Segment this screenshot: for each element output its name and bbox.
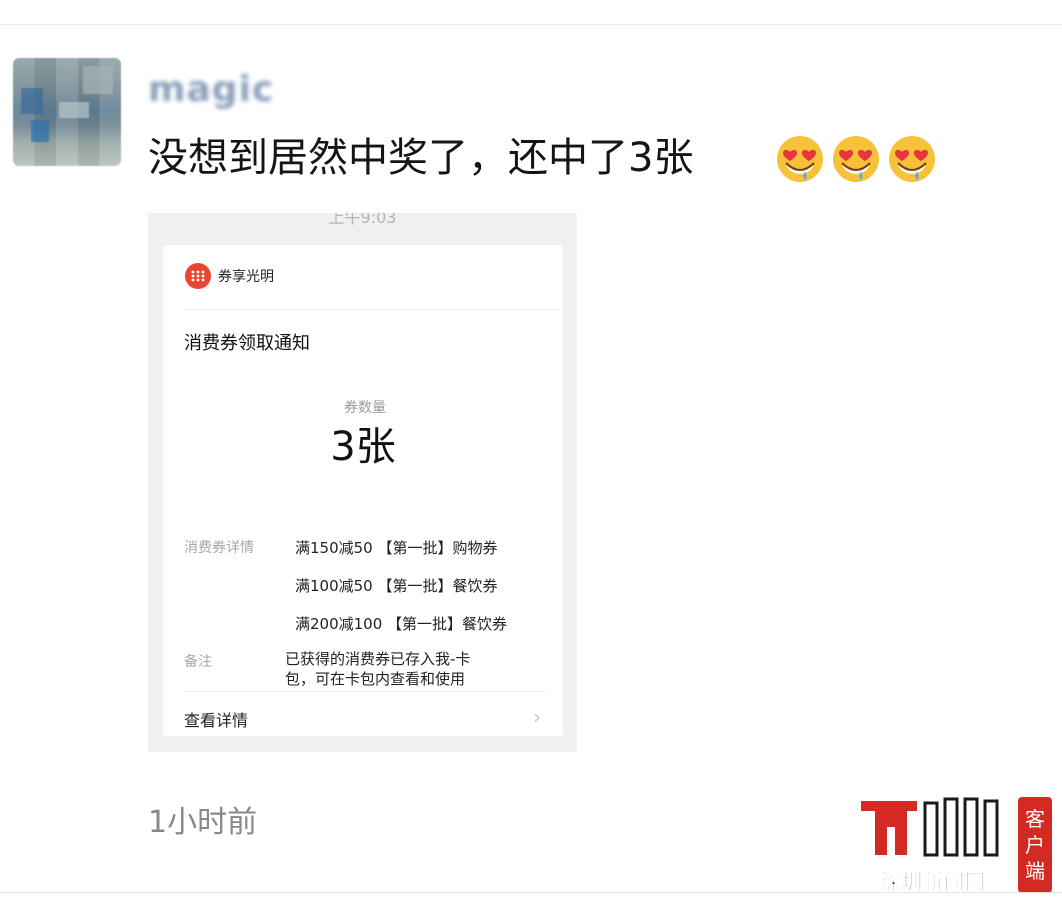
brand-name: 券享光明 [218,269,274,285]
post-text: 没想到居然中奖了，还中了3张 [148,135,694,181]
coupon-app-icon [185,263,211,289]
brand-row: 券享光明 [184,262,274,290]
coupon-detail-1: 满150减50 【第一批】购物券 [295,539,498,557]
client-badge: 客 户 端 [1018,797,1052,893]
card-divider [184,691,547,692]
view-details-link[interactable]: 查看详情 [184,707,248,731]
coupon-detail-2: 满100减50 【第一批】餐饮券 [295,577,498,595]
details-label: 消费券详情 [184,540,254,556]
drooling-heart-eyes-icon [889,136,935,182]
shenzhen-news-site-name: 深圳新闻网 [858,868,1008,894]
top-divider [0,24,1062,25]
coupon-detail-3: 满200减100 【第一批】餐饮券 [295,615,508,633]
svg-text:深圳新闻网: 深圳新闻网 [881,870,986,894]
bottom-divider [0,892,1062,893]
quantity-label: 券数量 [344,400,386,416]
username[interactable]: magic [148,70,274,110]
shenzhen-news-logo: 深圳 [861,797,999,857]
drooling-heart-eyes-icon [777,136,823,182]
status-time: 上午9:03 [328,213,397,227]
note-label: 备注 [184,654,212,670]
post-timestamp: 1小时前 [148,805,258,840]
emoji-row [775,134,937,184]
notice-title: 消费券领取通知 [184,333,310,354]
notification-card: 券享光明 消费券领取通知 券数量 3张 消费券详情 满150减50 【第一批】购… [163,245,563,736]
note-text: 已获得的消费券已存入我-卡 包，可在卡包内查看和使用 [285,650,471,688]
notification-screenshot[interactable]: 上午9:03 券享光明 消费券领取通知 券数量 3张 消费券详情 满150减50… [148,213,577,752]
avatar[interactable] [13,58,121,166]
chevron-right-icon[interactable]: › [533,705,541,729]
card-divider [184,309,560,310]
quantity-value: 3张 [330,424,396,470]
drooling-heart-eyes-icon [833,136,879,182]
